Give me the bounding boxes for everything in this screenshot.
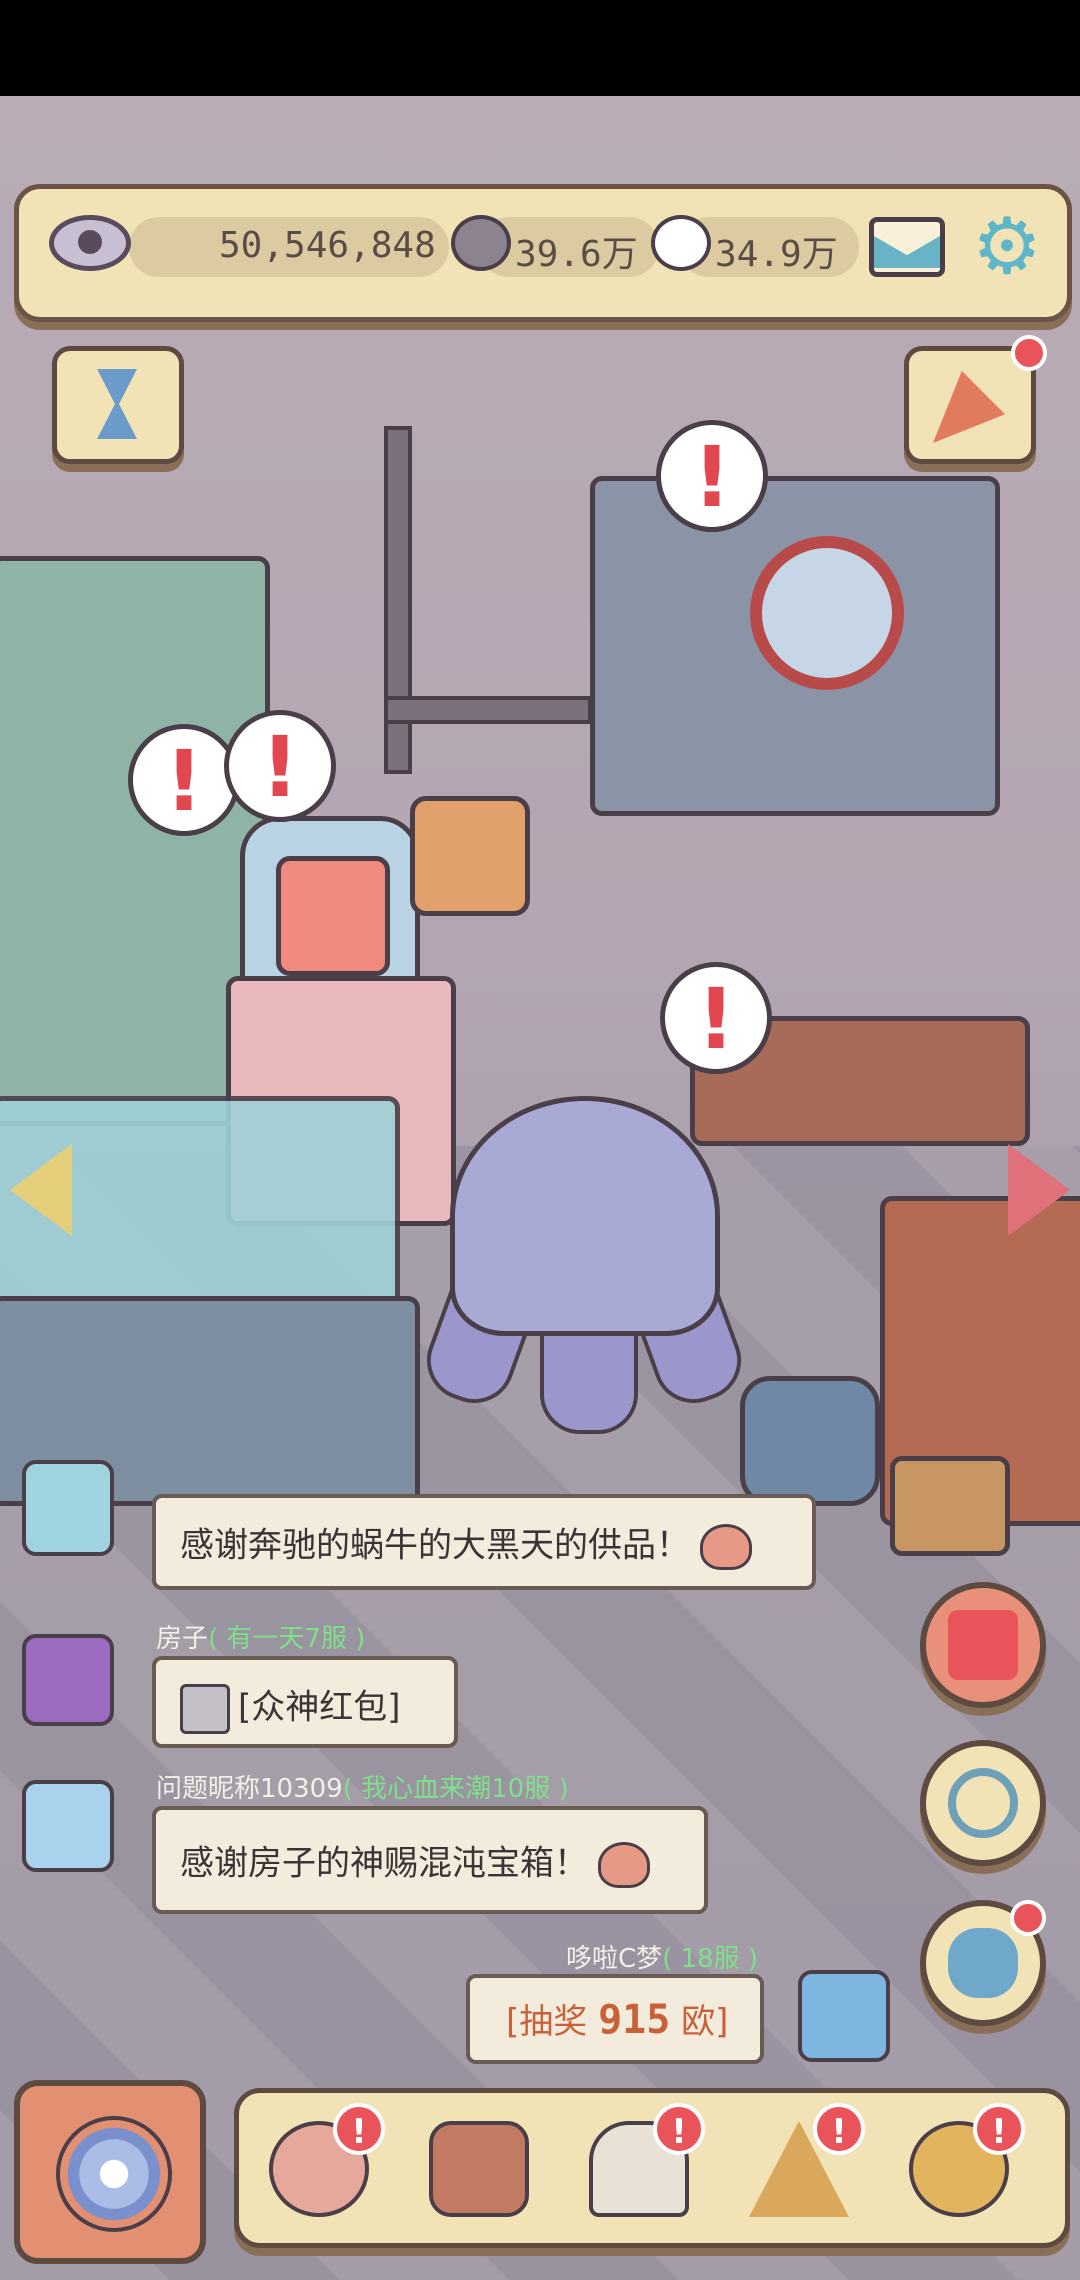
notification-dot: [1011, 335, 1047, 371]
pipe-horizontal: [384, 696, 592, 724]
frog-emoji-icon: [598, 1842, 650, 1888]
gray-bubble-counter: 39.6万: [515, 234, 638, 275]
dock-snail[interactable]: !: [259, 2103, 385, 2223]
chat-avatar[interactable]: [22, 1460, 114, 1556]
alarm-box: [410, 796, 530, 916]
chat-bubble[interactable]: [抽奖 915 欧]: [466, 1974, 764, 2064]
chat-avatar[interactable]: [22, 1780, 114, 1872]
dock-backpack[interactable]: [419, 2111, 539, 2223]
chat-message-text: [众神红包]: [238, 1687, 401, 1728]
resource-bar: 50,546,848 39.6万 34.9万 ⚙: [14, 184, 1072, 322]
scene-right-arrow[interactable]: [1008, 1144, 1070, 1236]
bottom-dock: ! ! ! !: [234, 2088, 1070, 2248]
chat-icon: [948, 1928, 1018, 1998]
scene-left-arrow[interactable]: [10, 1144, 72, 1236]
dock-key[interactable]: !: [899, 2103, 1025, 2223]
white-speech-bubble-icon: [651, 215, 711, 271]
hourglass-button[interactable]: [52, 346, 184, 464]
eye-icon: [49, 215, 131, 271]
party-button[interactable]: [904, 335, 1047, 464]
chat-bubble: 感谢房子的神赐混沌宝箱！: [152, 1806, 708, 1914]
box-small: [890, 1456, 1010, 1556]
chat-button[interactable]: [920, 1900, 1046, 2026]
fan-machine: [740, 1376, 880, 1506]
chat-username: 房子( 有一天7服 ): [156, 1624, 366, 1654]
backpack-icon: [429, 2121, 529, 2217]
lottery-text: [抽奖 915 欧]: [506, 1997, 729, 2043]
alert-bubble-cabinet[interactable]: !: [128, 724, 240, 836]
white-bubble-counter: 34.9万: [715, 234, 838, 275]
red-envelope-icon: [948, 1610, 1018, 1680]
red-packet-icon: [180, 1684, 230, 1734]
chat-avatar[interactable]: [22, 1634, 114, 1726]
status-bar: [0, 0, 1080, 96]
dock-badge: !: [973, 2103, 1025, 2155]
jellyfish-monster[interactable]: [450, 1096, 720, 1336]
alert-bubble-jellyfish[interactable]: !: [660, 962, 772, 1074]
frog-emoji-icon: [700, 1524, 752, 1570]
dock-pyramid[interactable]: !: [739, 2103, 865, 2223]
vortex-icon: [56, 2116, 172, 2232]
chat-avatar[interactable]: [798, 1970, 890, 2062]
dock-badge: !: [333, 2103, 385, 2155]
chat-username: 哆啦C梦( 18服 ): [566, 1944, 759, 1974]
dock-badge: !: [813, 2103, 865, 2155]
chat-bubble[interactable]: [众神红包]: [152, 1656, 458, 1748]
gear-icon[interactable]: ⚙: [967, 207, 1047, 287]
alert-bubble-safe[interactable]: !: [656, 420, 768, 532]
notification-dot: [1010, 1900, 1046, 1936]
shield-emblem: [750, 536, 904, 690]
party-popper-icon: [933, 371, 1005, 443]
chat-message-text: 感谢房子的神赐混沌宝箱！: [180, 1843, 588, 1884]
chat-message-text: 感谢奔驰的蜗牛的大黑天的供品！: [180, 1525, 690, 1566]
refresh-icon: [948, 1768, 1018, 1838]
red-envelope-button[interactable]: [920, 1582, 1046, 1708]
eye-counter: 50,546,848: [219, 225, 436, 266]
hourglass-icon: [97, 369, 137, 439]
chat-bubble: 感谢奔驰的蜗牛的大黑天的供品！: [152, 1494, 816, 1590]
portal-button[interactable]: [14, 2080, 206, 2264]
chat-username: 问题昵称10309( 我心血来潮10服 ): [156, 1774, 569, 1804]
dock-badge: !: [653, 2103, 705, 2155]
alert-bubble-tv[interactable]: !: [224, 710, 336, 822]
dock-statue[interactable]: !: [579, 2103, 705, 2223]
gray-speech-bubble-icon: [451, 215, 511, 271]
refresh-button[interactable]: [920, 1740, 1046, 1866]
mail-icon[interactable]: [869, 217, 945, 277]
tv-screen: [276, 856, 390, 976]
